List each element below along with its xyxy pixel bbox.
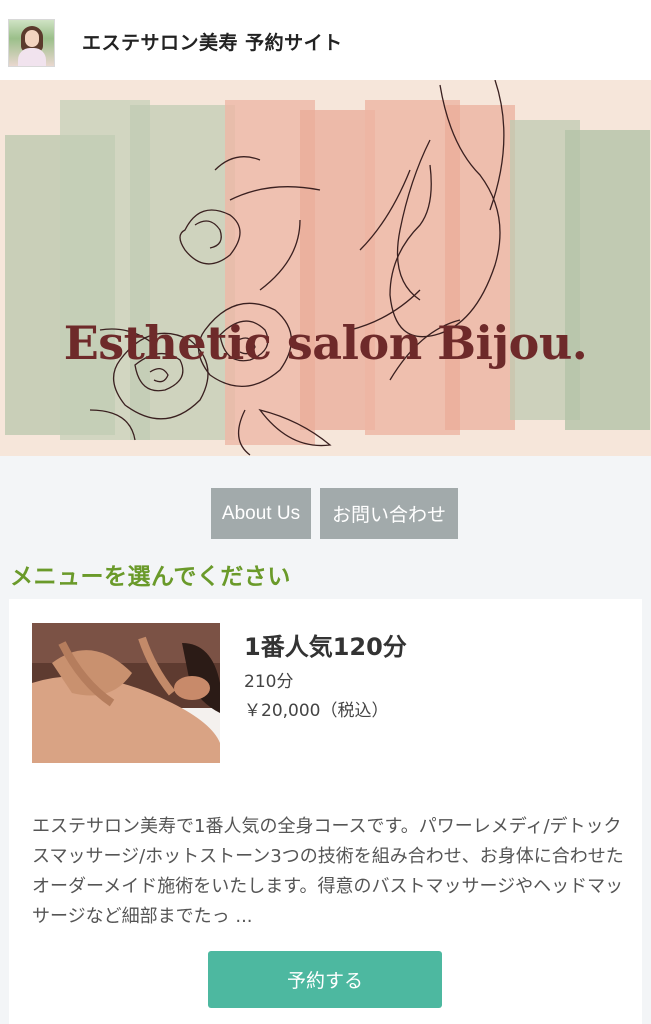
course-photo[interactable] xyxy=(32,623,220,763)
course-price: ￥20,000（税込） xyxy=(244,701,389,721)
banner-title: Esthetic salon Bijou. xyxy=(63,316,588,370)
course-duration: 210分 xyxy=(244,672,294,692)
nav-buttons: About Us お問い合わせ xyxy=(211,488,458,539)
avatar-icon[interactable] xyxy=(8,19,55,67)
course-description: エステサロン美寿で1番人気の全身コースです。パワーレメディ/デトックスマッサージ… xyxy=(32,816,624,927)
site-title[interactable]: エステサロン美寿 予約サイト xyxy=(82,28,343,55)
menu-card[interactable]: 1番人気120分 210分 ￥20,000（税込） エステサロン美寿で1番人気の… xyxy=(9,599,642,1024)
contact-button[interactable]: お問い合わせ xyxy=(320,488,458,539)
menu-section-heading: メニューを選んでください xyxy=(10,564,291,590)
site-header: エステサロン美寿 予約サイト xyxy=(0,0,651,80)
hero-banner: Esthetic salon Bijou. xyxy=(0,80,651,456)
about-us-button[interactable]: About Us xyxy=(211,488,311,539)
course-name: 1番人気120分 xyxy=(244,633,407,661)
watercolor-art xyxy=(5,80,650,456)
reserve-button[interactable]: 予約する xyxy=(208,951,442,1008)
